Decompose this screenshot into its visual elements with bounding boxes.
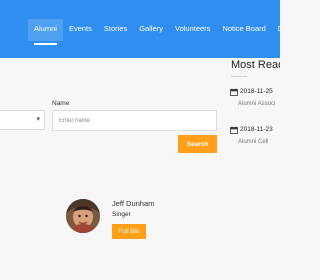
full-bio-button[interactable]: Full Bio [112,224,146,239]
alumni-page: Alumni Events Stories Gallery Volunteers… [0,0,280,280]
nav-item-events[interactable]: Events [63,19,98,41]
chevron-down-icon: ▾ [36,116,40,123]
event-date: 2018-11-23 [240,126,273,133]
most-read-sidebar: Most Read 2018-11-25 Alumni Associ 2018-… [230,58,280,178]
sidebar-divider [231,76,247,77]
alumni-search-form: ▾ Name Search [0,58,220,208]
main-navbar: Alumni Events Stories Gallery Volunteers… [0,0,280,58]
profile-role: Singer [112,211,131,218]
main-content: ▾ Name Search Jeff Dunham Sin [0,58,280,280]
sidebar-event-item[interactable]: 2018-11-23 Alumni Cell [230,125,280,151]
nav-menu: Alumni Events Stories Gallery Volunteers… [28,19,280,45]
avatar [66,199,100,233]
nav-item-volunteers[interactable]: Volunteers [169,19,216,41]
name-input[interactable] [52,110,217,131]
person-avatar-icon [66,199,100,233]
sidebar-title: Most Read [231,59,280,71]
nav-item-alumni[interactable]: Alumni [28,19,63,45]
sidebar-event-item[interactable]: 2018-11-25 Alumni Associ [230,87,280,113]
profile-name: Jeff Dunham [112,199,155,208]
name-label: Name [52,100,70,107]
search-button[interactable]: Search [178,135,217,153]
event-title[interactable]: Alumni Cell [238,139,268,145]
calendar-icon [230,126,238,134]
event-date: 2018-11-25 [240,88,273,95]
alumni-profile-card: Jeff Dunham Singer Full Bio [64,196,184,246]
nav-item-gallery[interactable]: Gallery [133,19,169,41]
nav-item-donation[interactable]: Donation [272,19,280,41]
event-title[interactable]: Alumni Associ [238,101,275,107]
nav-item-stories[interactable]: Stories [98,19,133,41]
filter-select[interactable]: ▾ [0,110,45,130]
nav-item-notice-board[interactable]: Notice Board [216,19,271,41]
calendar-icon [230,88,238,96]
